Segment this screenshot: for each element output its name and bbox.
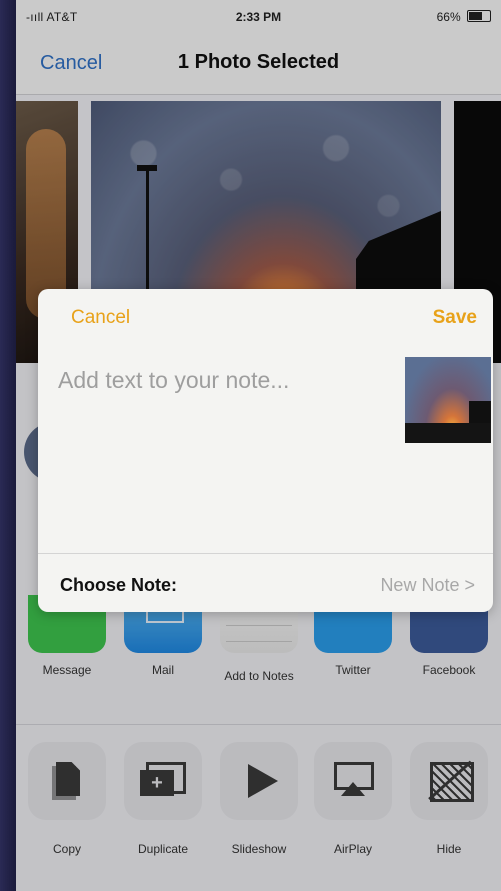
choose-note-value: New Note <box>380 575 460 595</box>
note-text-input[interactable] <box>58 367 388 517</box>
add-to-notes-dialog: Cancel Save Choose Note: New Note > <box>38 289 493 612</box>
note-save-button[interactable]: Save <box>433 307 477 329</box>
screen: -ııll AT&T 2:33 PM 66% Cancel 1 Photo Se… <box>0 0 501 891</box>
phone-screen: -ııll AT&T 2:33 PM 66% Cancel 1 Photo Se… <box>16 0 501 891</box>
chevron-right-icon: > <box>464 575 475 595</box>
choose-note-selector[interactable]: New Note > <box>380 575 475 596</box>
note-divider <box>38 553 493 554</box>
note-photo-attachment <box>405 357 491 443</box>
choose-note-label: Choose Note: <box>60 575 177 595</box>
note-cancel-button[interactable]: Cancel <box>71 307 130 329</box>
